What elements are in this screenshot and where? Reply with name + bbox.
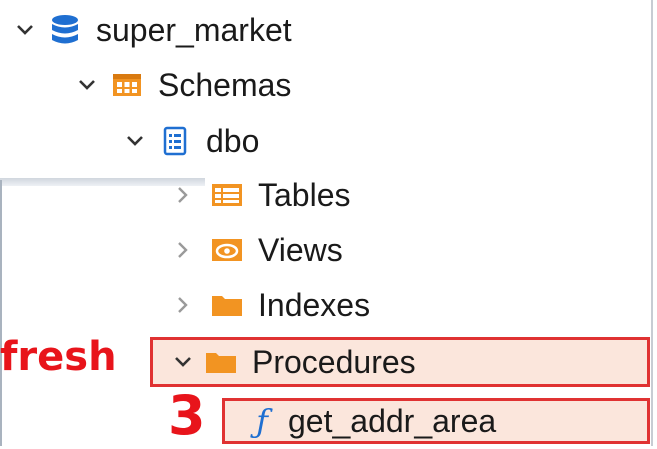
- schemas-icon: [110, 68, 144, 102]
- tree-node-tables[interactable]: Tables: [166, 167, 351, 223]
- database-label: super_market: [96, 11, 292, 48]
- indexes-label: Indexes: [258, 286, 371, 323]
- folder-icon: [210, 288, 244, 322]
- procedures-label: Procedures: [252, 343, 416, 380]
- function-glyph: ƒ: [256, 402, 268, 440]
- tree-node-schema-dbo[interactable]: dbo: [118, 113, 259, 169]
- schema-dbo-label: dbo: [206, 122, 260, 159]
- chevron-down-icon[interactable]: [166, 345, 200, 379]
- chevron-down-icon[interactable]: [70, 68, 104, 102]
- chevron-right-icon[interactable]: [166, 233, 200, 267]
- schema-doc-icon: [158, 124, 192, 158]
- tables-label: Tables: [258, 176, 351, 213]
- views-label: Views: [258, 231, 343, 268]
- folder-icon: [204, 345, 238, 379]
- tree-node-procedure-item[interactable]: ƒ get_addr_area: [220, 393, 496, 449]
- procedure-item-label: get_addr_area: [288, 402, 497, 439]
- tree-node-schemas[interactable]: Schemas: [70, 57, 291, 113]
- tree-node-procedures[interactable]: Procedures: [166, 334, 416, 390]
- views-icon: [210, 233, 244, 267]
- chevron-down-icon[interactable]: [118, 124, 152, 158]
- chevron-right-icon[interactable]: [166, 178, 200, 212]
- chevron-down-icon[interactable]: [8, 13, 42, 47]
- function-icon: ƒ: [250, 402, 274, 440]
- schemas-label: Schemas: [158, 66, 292, 103]
- chevron-right-icon[interactable]: [166, 288, 200, 322]
- annotation-step-number: 3: [168, 384, 206, 447]
- panel-right-border: [651, 0, 653, 446]
- tree-node-views[interactable]: Views: [166, 222, 343, 278]
- tree-node-database[interactable]: super_market: [8, 2, 292, 58]
- background-window-border: [0, 180, 2, 446]
- tables-icon: [210, 178, 244, 212]
- annotation-refresh-label: fresh: [0, 334, 117, 380]
- tree-node-indexes[interactable]: Indexes: [166, 277, 370, 333]
- database-icon: [48, 13, 82, 47]
